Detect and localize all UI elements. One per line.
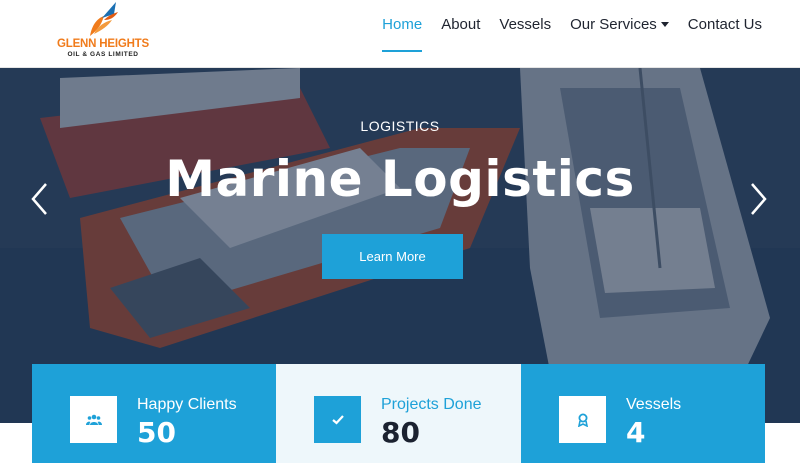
nav-our-services[interactable]: Our Services bbox=[570, 0, 669, 52]
check-icon bbox=[314, 396, 361, 443]
nav-contact-us[interactable]: Contact Us bbox=[688, 0, 762, 52]
chevron-left-icon bbox=[31, 183, 47, 215]
brand-tagline: OIL & GAS LIMITED bbox=[67, 51, 139, 58]
brand-logo[interactable]: GLENN HEIGHTS OIL & GAS LIMITED bbox=[44, 0, 164, 64]
carousel-next-button[interactable] bbox=[746, 181, 770, 217]
rocket-flame-icon bbox=[90, 2, 118, 36]
caret-down-icon bbox=[660, 22, 669, 27]
chevron-right-icon bbox=[751, 183, 767, 215]
page: GLENN HEIGHTS OIL & GAS LIMITED Home Abo… bbox=[0, 0, 800, 463]
stat-value: 50 bbox=[137, 416, 176, 449]
stat-projects-done: Projects Done 80 bbox=[276, 364, 521, 463]
stat-vessels: Vessels 4 bbox=[521, 364, 765, 463]
nav-about[interactable]: About bbox=[441, 0, 480, 52]
site-header: GLENN HEIGHTS OIL & GAS LIMITED Home Abo… bbox=[0, 0, 800, 68]
brand-name: GLENN HEIGHTS bbox=[57, 38, 149, 50]
stats-bar: Happy Clients 50 Projects Done 80 Vessel… bbox=[32, 364, 765, 463]
stat-happy-clients: Happy Clients 50 bbox=[32, 364, 276, 463]
stat-label: Happy Clients bbox=[137, 396, 237, 413]
stat-label: Projects Done bbox=[381, 396, 482, 413]
learn-more-button[interactable]: Learn More bbox=[322, 234, 463, 279]
main-nav: Home About Vessels Our Services Contact … bbox=[363, 0, 762, 68]
stat-value: 4 bbox=[626, 416, 646, 449]
carousel-prev-button[interactable] bbox=[28, 181, 52, 217]
hero-title: Marine Logistics bbox=[165, 150, 635, 208]
users-icon bbox=[70, 396, 117, 443]
nav-home[interactable]: Home bbox=[382, 0, 423, 52]
stat-value: 80 bbox=[381, 416, 420, 449]
nav-our-services-label: Our Services bbox=[570, 16, 657, 33]
nav-vessels[interactable]: Vessels bbox=[499, 0, 551, 52]
stat-label: Vessels bbox=[626, 396, 682, 413]
award-icon bbox=[559, 396, 606, 443]
hero-kicker: LOGISTICS bbox=[360, 118, 440, 134]
